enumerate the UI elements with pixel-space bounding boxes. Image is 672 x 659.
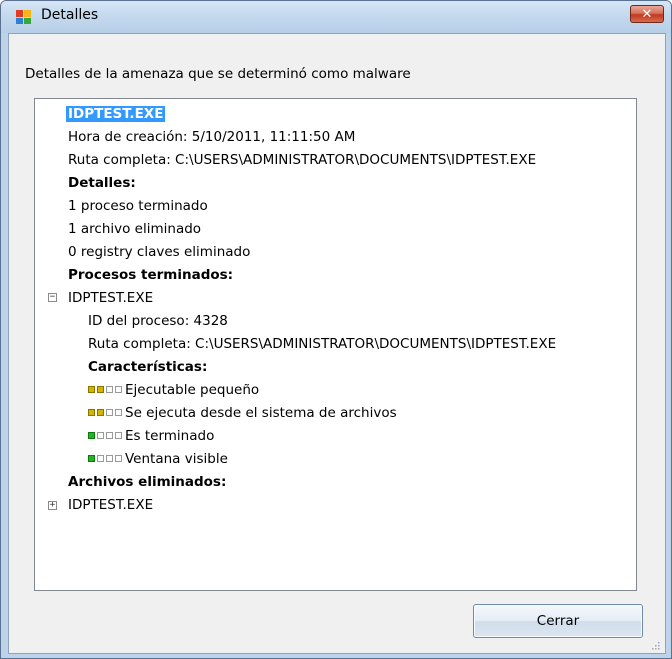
details-header: Detalles: [68, 175, 136, 191]
characteristic-visible-window: Ventana visible [125, 451, 228, 467]
process-id: ID del proceso: 4328 [88, 313, 228, 329]
level-indicator-icon [88, 432, 122, 439]
title-bar[interactable]: Detalles ✕ [1, 1, 671, 33]
close-button-label: Cerrar [536, 613, 580, 629]
processes-header: Procesos terminados: [68, 267, 234, 283]
full-path: Ruta completa: C:\USERS\ADMINISTRATOR\DO… [68, 152, 537, 168]
close-button[interactable]: Cerrar [473, 604, 643, 638]
avg-logo-icon [16, 10, 31, 24]
dialog-description: Detalles de la amenaza que se determinó … [25, 66, 411, 82]
process-path: Ruta completa: C:\USERS\ADMINISTRATOR\DO… [88, 336, 557, 352]
close-window-button[interactable]: ✕ [630, 5, 664, 23]
level-indicator-icon [88, 409, 122, 416]
level-indicator-icon [88, 455, 122, 462]
summary-files: 1 archivo eliminado [68, 221, 202, 237]
resize-grip-icon[interactable] [650, 640, 660, 650]
deleted-file-name[interactable]: IDPTEST.EXE [68, 495, 153, 515]
characteristic-terminated: Es terminado [125, 428, 215, 444]
expand-toggle-icon[interactable]: + [48, 501, 57, 510]
collapse-toggle-icon[interactable]: − [48, 293, 57, 302]
details-tree-panel[interactable]: IDPTEST.EXE Hora de creación: 5/10/2011,… [34, 98, 637, 591]
creation-time: Hora de creación: 5/10/2011, 11:11:50 AM [68, 129, 356, 145]
summary-processes: 1 proceso terminado [68, 198, 208, 214]
characteristics-header: Características: [88, 359, 208, 375]
characteristic-runs-from-filesystem: Se ejecuta desde el sistema de archivos [125, 405, 397, 421]
characteristic-small-executable: Ejecutable pequeño [125, 382, 260, 398]
window-title: Detalles [41, 7, 99, 23]
deleted-files-header: Archivos eliminados: [68, 474, 227, 490]
level-indicator-icon [88, 386, 122, 393]
process-name[interactable]: IDPTEST.EXE [68, 288, 153, 308]
close-icon: ✕ [641, 6, 653, 22]
threat-file-name[interactable]: IDPTEST.EXE [66, 104, 166, 124]
summary-registry: 0 registry claves eliminado [68, 244, 251, 260]
